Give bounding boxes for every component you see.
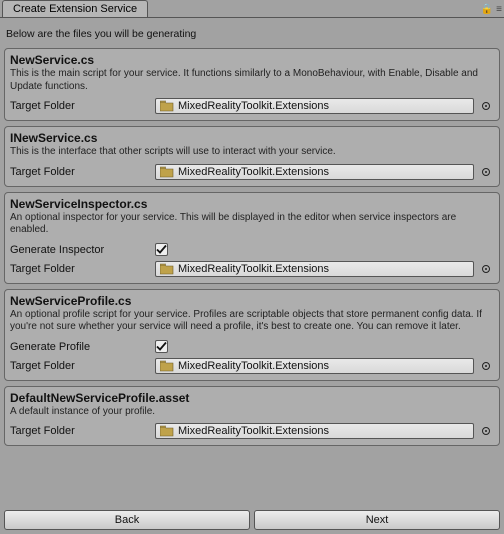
folder-icon [160, 360, 174, 372]
folder-icon [160, 425, 174, 437]
window-tab[interactable]: Create Extension Service [2, 0, 148, 17]
target-folder-field[interactable]: MixedRealityToolkit.Extensions [155, 358, 474, 374]
folder-row: Target Folder MixedRealityToolkit.Extensi… [10, 357, 494, 375]
folder-label: Target Folder [10, 360, 155, 372]
group-title: NewServiceProfile.cs [10, 294, 494, 309]
file-group: NewServiceInspector.csAn optional inspec… [4, 192, 500, 284]
checkbox-row: Generate Inspector [10, 241, 494, 259]
folder-label: Target Folder [10, 166, 155, 178]
back-button[interactable]: Back [4, 510, 250, 530]
window: Create Extension Service 🔒 ≡ Below are t… [0, 0, 504, 534]
intro-text: Below are the files you will be generati… [4, 22, 500, 48]
folder-value: MixedRealityToolkit.Extensions [178, 360, 471, 372]
object-picker-icon[interactable] [478, 164, 494, 180]
file-group: NewServiceProfile.csAn optional profile … [4, 289, 500, 381]
lock-icon[interactable]: 🔒 [481, 4, 493, 15]
target-folder-field[interactable]: MixedRealityToolkit.Extensions [155, 261, 474, 277]
group-title: NewService.cs [10, 53, 494, 68]
folder-value: MixedRealityToolkit.Extensions [178, 100, 471, 112]
content-area: Below are the files you will be generati… [0, 18, 504, 507]
folder-value: MixedRealityToolkit.Extensions [178, 425, 471, 437]
folder-icon [160, 263, 174, 275]
target-folder-field[interactable]: MixedRealityToolkit.Extensions [155, 98, 474, 114]
folder-value: MixedRealityToolkit.Extensions [178, 166, 471, 178]
file-group: INewService.csThis is the interface that… [4, 126, 500, 187]
folder-icon [160, 166, 174, 178]
group-desc: An optional profile script for your serv… [10, 309, 494, 337]
group-desc: A default instance of your profile. [10, 406, 494, 422]
checkbox[interactable] [155, 243, 168, 256]
group-title: INewService.cs [10, 131, 494, 146]
folder-icon [160, 100, 174, 112]
file-group: NewService.csThis is the main script for… [4, 48, 500, 121]
folder-row: Target Folder MixedRealityToolkit.Extensi… [10, 260, 494, 278]
group-desc: This is the interface that other scripts… [10, 146, 494, 162]
group-title: NewServiceInspector.cs [10, 197, 494, 212]
checkbox-row: Generate Profile [10, 338, 494, 356]
window-controls: 🔒 ≡ [481, 4, 502, 17]
checkbox-label: Generate Inspector [10, 244, 155, 256]
object-picker-icon[interactable] [478, 423, 494, 439]
group-desc: This is the main script for your service… [10, 68, 494, 96]
object-picker-icon[interactable] [478, 358, 494, 374]
footer-buttons: Back Next [0, 507, 504, 534]
folder-row: Target Folder MixedRealityToolkit.Extensi… [10, 163, 494, 181]
folder-label: Target Folder [10, 425, 155, 437]
group-title: DefaultNewServiceProfile.asset [10, 391, 494, 406]
checkbox-label: Generate Profile [10, 341, 155, 353]
target-folder-field[interactable]: MixedRealityToolkit.Extensions [155, 164, 474, 180]
folder-value: MixedRealityToolkit.Extensions [178, 263, 471, 275]
tab-bar: Create Extension Service 🔒 ≡ [0, 0, 504, 18]
object-picker-icon[interactable] [478, 98, 494, 114]
folder-label: Target Folder [10, 263, 155, 275]
folder-label: Target Folder [10, 100, 155, 112]
target-folder-field[interactable]: MixedRealityToolkit.Extensions [155, 423, 474, 439]
folder-row: Target Folder MixedRealityToolkit.Extensi… [10, 97, 494, 115]
folder-row: Target Folder MixedRealityToolkit.Extensi… [10, 422, 494, 440]
checkbox[interactable] [155, 340, 168, 353]
object-picker-icon[interactable] [478, 261, 494, 277]
group-desc: An optional inspector for your service. … [10, 212, 494, 240]
file-group: DefaultNewServiceProfile.assetA default … [4, 386, 500, 447]
menu-icon[interactable]: ≡ [496, 4, 502, 15]
next-button[interactable]: Next [254, 510, 500, 530]
